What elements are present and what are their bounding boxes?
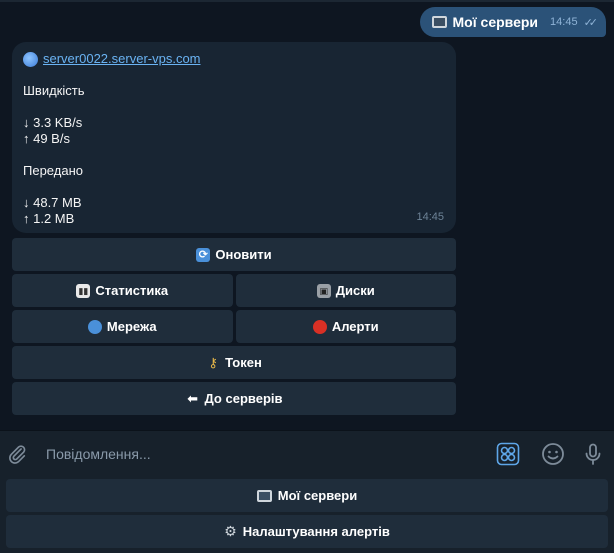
read-ticks-icon: ✓✓	[583, 16, 599, 29]
inline-keyboard-row-4: ⚷ Токен	[12, 346, 456, 379]
outgoing-message-text: Мої сервери	[452, 14, 539, 30]
network-button-label: Мережа	[106, 319, 157, 334]
message-input[interactable]: Повідомлення...	[46, 446, 151, 462]
disks-button[interactable]: ▣ Диски	[235, 274, 456, 307]
floppy-disk-icon: ▣	[316, 283, 331, 298]
bar-chart-icon: ▮▮	[76, 283, 91, 298]
stats-button-label: Статистика	[95, 283, 169, 298]
inline-keyboard-row-2: ▮▮ Статистика ▣ Диски	[12, 274, 456, 307]
speed-title: Швидкість	[23, 83, 85, 98]
attach-icon[interactable]	[6, 443, 28, 465]
transfer-down: ↓ 48.7 MB	[23, 195, 82, 210]
outgoing-message-time: 14:45	[550, 16, 578, 28]
bot-keyboard-icon[interactable]	[496, 442, 520, 466]
speed-up: ↑ 49 B/s	[23, 131, 70, 146]
back-to-servers-button-label: До серверів	[204, 391, 283, 406]
transfer-up: ↑ 1.2 MB	[23, 211, 75, 226]
speed-down: ↓ 3.3 KB/s	[23, 115, 83, 130]
server-link[interactable]: server0022.server-vps.com	[23, 51, 445, 67]
stats-button[interactable]: ▮▮ Статистика	[12, 274, 233, 307]
transfer-title: Передано	[23, 163, 83, 178]
gear-icon: ⚙	[224, 523, 237, 539]
my-servers-button[interactable]: Мої сервери	[6, 479, 608, 512]
chat-history[interactable]: Мої сервери 14:45 ✓✓ server0022.server-v…	[0, 0, 614, 430]
token-button[interactable]: ⚷ Токен	[12, 346, 456, 379]
outgoing-message[interactable]: Мої сервери 14:45 ✓✓	[419, 7, 606, 37]
message-composer: Повідомлення...	[0, 430, 614, 476]
alerts-button[interactable]: Алерти	[235, 310, 456, 343]
arrow-left-icon: ⬅	[187, 390, 198, 406]
monitor-icon	[431, 16, 447, 28]
refresh-button-label: Оновити	[215, 247, 272, 262]
monitor-icon	[256, 489, 272, 502]
alert-settings-button[interactable]: ⚙ Налаштування алертів	[6, 515, 608, 548]
my-servers-button-label: Мої сервери	[277, 488, 358, 503]
alerts-button-label: Алерти	[331, 319, 379, 334]
siren-icon	[312, 319, 327, 334]
globe-icon	[23, 51, 38, 67]
network-button[interactable]: Мережа	[12, 310, 233, 343]
inline-keyboard-row-1: ⟳ Оновити	[12, 238, 456, 271]
incoming-message-time: 14:45	[416, 211, 444, 223]
alert-settings-button-label: Налаштування алертів	[242, 524, 390, 539]
key-icon: ⚷	[208, 354, 218, 370]
refresh-button[interactable]: ⟳ Оновити	[12, 238, 456, 271]
globe-icon	[87, 319, 102, 334]
top-divider	[0, 0, 614, 2]
inline-keyboard-row-3: Мережа Алерти	[12, 310, 456, 343]
server-link-text[interactable]: server0022.server-vps.com	[43, 51, 201, 67]
back-to-servers-button[interactable]: ⬅ До серверів	[12, 382, 456, 415]
microphone-icon[interactable]	[581, 442, 605, 466]
refresh-icon: ⟳	[196, 247, 211, 262]
disks-button-label: Диски	[335, 283, 375, 298]
emoji-icon[interactable]	[541, 442, 565, 466]
token-button-label: Токен	[225, 355, 262, 370]
inline-keyboard-row-5: ⬅ До серверів	[12, 382, 456, 415]
reply-keyboard: Мої сервери ⚙ Налаштування алертів	[0, 476, 614, 553]
incoming-message[interactable]: server0022.server-vps.com Швидкість ↓ 3.…	[12, 42, 456, 233]
